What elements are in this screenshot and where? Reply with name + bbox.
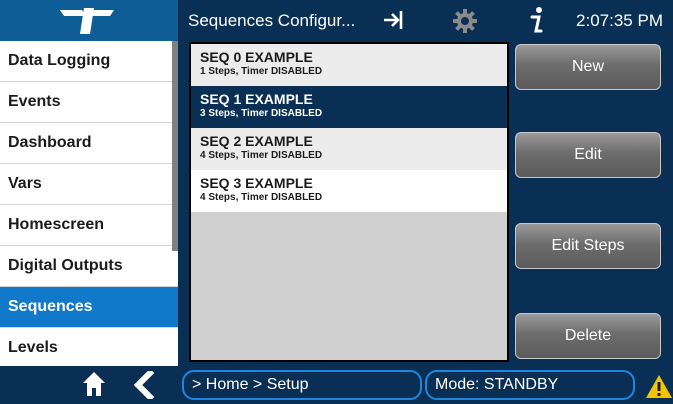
sequence-title: SEQ 2 EXAMPLE: [200, 133, 313, 149]
breadcrumb[interactable]: > Home > Setup: [182, 370, 422, 400]
login-arrow-icon[interactable]: [382, 8, 408, 37]
sequence-title: SEQ 0 EXAMPLE: [200, 49, 313, 65]
sidebar-item-sequences[interactable]: Sequences: [0, 287, 178, 328]
sidebar-item-levels[interactable]: Levels: [0, 328, 178, 366]
sequence-subtitle: 1 Steps, Timer DISABLED: [200, 66, 323, 77]
sidebar-item-digital-outputs[interactable]: Digital Outputs: [0, 246, 178, 287]
sidebar-item-dashboard[interactable]: Dashboard: [0, 123, 178, 164]
back-chevron-icon[interactable]: [132, 368, 156, 404]
gear-icon[interactable]: [452, 8, 478, 39]
delete-button[interactable]: Delete: [515, 313, 661, 359]
sidebar-item-vars[interactable]: Vars: [0, 164, 178, 205]
list-item-seq-1[interactable]: SEQ 1 EXAMPLE 3 Steps, Timer DISABLED: [191, 86, 507, 128]
sequence-title: SEQ 1 EXAMPLE: [200, 91, 313, 107]
new-button[interactable]: New: [515, 44, 661, 90]
list-item-seq-0[interactable]: SEQ 0 EXAMPLE 1 Steps, Timer DISABLED: [191, 44, 507, 86]
sequence-subtitle: 3 Steps, Timer DISABLED: [200, 108, 323, 119]
mode-status: Mode: STANDBY: [425, 370, 635, 400]
top-bar: Sequences Configur... 2:07:35 PM: [0, 0, 673, 41]
sequence-subtitle: 4 Steps, Timer DISABLED: [200, 150, 323, 161]
logo-area: [0, 0, 178, 41]
edit-steps-button[interactable]: Edit Steps: [515, 223, 661, 269]
page-title: Sequences Configur...: [188, 11, 356, 30]
sequence-subtitle: 4 Steps, Timer DISABLED: [200, 192, 323, 203]
teledyne-logo-icon: [60, 8, 114, 34]
sidebar-item-data-logging[interactable]: Data Logging: [0, 41, 178, 82]
sidebar: Data Logging Events Dashboard Vars Homes…: [0, 41, 178, 366]
list-item-seq-2[interactable]: SEQ 2 EXAMPLE 4 Steps, Timer DISABLED: [191, 128, 507, 170]
list-item-seq-3[interactable]: SEQ 3 EXAMPLE 4 Steps, Timer DISABLED: [191, 170, 507, 212]
edit-button[interactable]: Edit: [515, 132, 661, 178]
info-icon[interactable]: [528, 5, 546, 40]
warning-icon[interactable]: [645, 374, 673, 404]
clock: 2:07:35 PM: [576, 11, 663, 30]
sequence-title: SEQ 3 EXAMPLE: [200, 175, 313, 191]
sidebar-item-events[interactable]: Events: [0, 82, 178, 123]
sequence-list: SEQ 0 EXAMPLE 1 Steps, Timer DISABLED SE…: [189, 42, 509, 362]
sidebar-item-homescreen[interactable]: Homescreen: [0, 205, 178, 246]
home-icon[interactable]: [82, 371, 106, 402]
